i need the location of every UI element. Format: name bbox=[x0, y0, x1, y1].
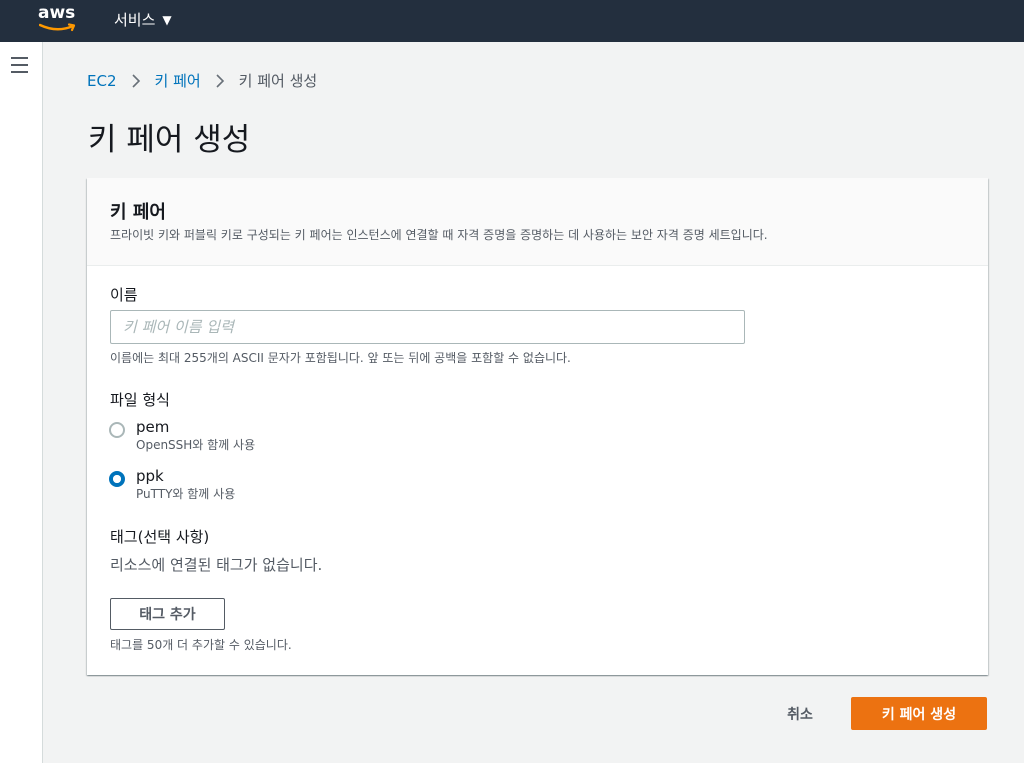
side-navigation bbox=[0, 42, 43, 763]
caret-down-icon: ▼ bbox=[162, 12, 172, 27]
chevron-right-icon bbox=[131, 73, 140, 88]
key-pair-form-panel: 키 페어 프라이빗 키와 퍼블릭 키로 구성되는 키 페어는 인스턴스에 연결할… bbox=[87, 178, 988, 675]
tags-hint: 태그를 50개 더 추가할 수 있습니다. bbox=[110, 638, 292, 652]
radio-button-pem[interactable] bbox=[109, 422, 125, 438]
file-format-label: 파일 형식 bbox=[110, 391, 170, 409]
key-pair-name-input[interactable] bbox=[110, 310, 745, 344]
aws-logo[interactable]: aws bbox=[38, 3, 78, 35]
radio-title-pem: pem bbox=[136, 418, 170, 436]
radio-title-ppk: ppk bbox=[136, 467, 164, 485]
tags-label: 태그(선택 사항) bbox=[110, 528, 210, 546]
radio-button-ppk[interactable] bbox=[109, 471, 125, 487]
radio-option-pem[interactable]: pem OpenSSH와 함께 사용 bbox=[109, 418, 255, 454]
aws-smile-icon bbox=[39, 23, 76, 32]
breadcrumb: EC2 키 페어 키 페어 생성 bbox=[87, 70, 317, 91]
name-hint: 이름에는 최대 255개의 ASCII 문자가 포함됩니다. 앞 또는 뒤에 공… bbox=[110, 351, 571, 365]
aws-logo-text: aws bbox=[38, 3, 76, 23]
panel-title: 키 페어 bbox=[110, 202, 166, 223]
radio-description-pem: OpenSSH와 함께 사용 bbox=[136, 438, 256, 452]
radio-option-ppk[interactable]: ppk PuTTY와 함께 사용 bbox=[109, 467, 235, 503]
services-menu[interactable]: 서비스 ▼ bbox=[114, 9, 172, 30]
page-title: 키 페어 생성 bbox=[88, 122, 251, 158]
top-navigation-bar: aws 서비스 ▼ bbox=[0, 0, 1024, 42]
breadcrumb-item-ec2[interactable]: EC2 bbox=[87, 72, 117, 90]
name-label: 이름 bbox=[110, 286, 138, 304]
radio-description-ppk: PuTTY와 함께 사용 bbox=[136, 487, 236, 501]
hamburger-menu-icon[interactable] bbox=[11, 57, 29, 73]
services-label: 서비스 bbox=[114, 11, 156, 29]
breadcrumb-item-key-pairs[interactable]: 키 페어 bbox=[155, 70, 201, 91]
breadcrumb-current: 키 페어 생성 bbox=[238, 72, 318, 90]
cancel-button[interactable]: 취소 bbox=[770, 697, 830, 730]
chevron-right-icon bbox=[216, 73, 224, 88]
panel-description: 프라이빗 키와 퍼블릭 키로 구성되는 키 페어는 인스턴스에 연결할 때 자격… bbox=[110, 228, 768, 242]
create-key-pair-button[interactable]: 키 페어 생성 bbox=[851, 697, 987, 730]
panel-header: 키 페어 프라이빗 키와 퍼블릭 키로 구성되는 키 페어는 인스턴스에 연결할… bbox=[87, 178, 988, 266]
tags-empty-message: 리소스에 연결된 태그가 없습니다. bbox=[110, 556, 323, 574]
add-tag-button[interactable]: 태그 추가 bbox=[110, 598, 225, 630]
